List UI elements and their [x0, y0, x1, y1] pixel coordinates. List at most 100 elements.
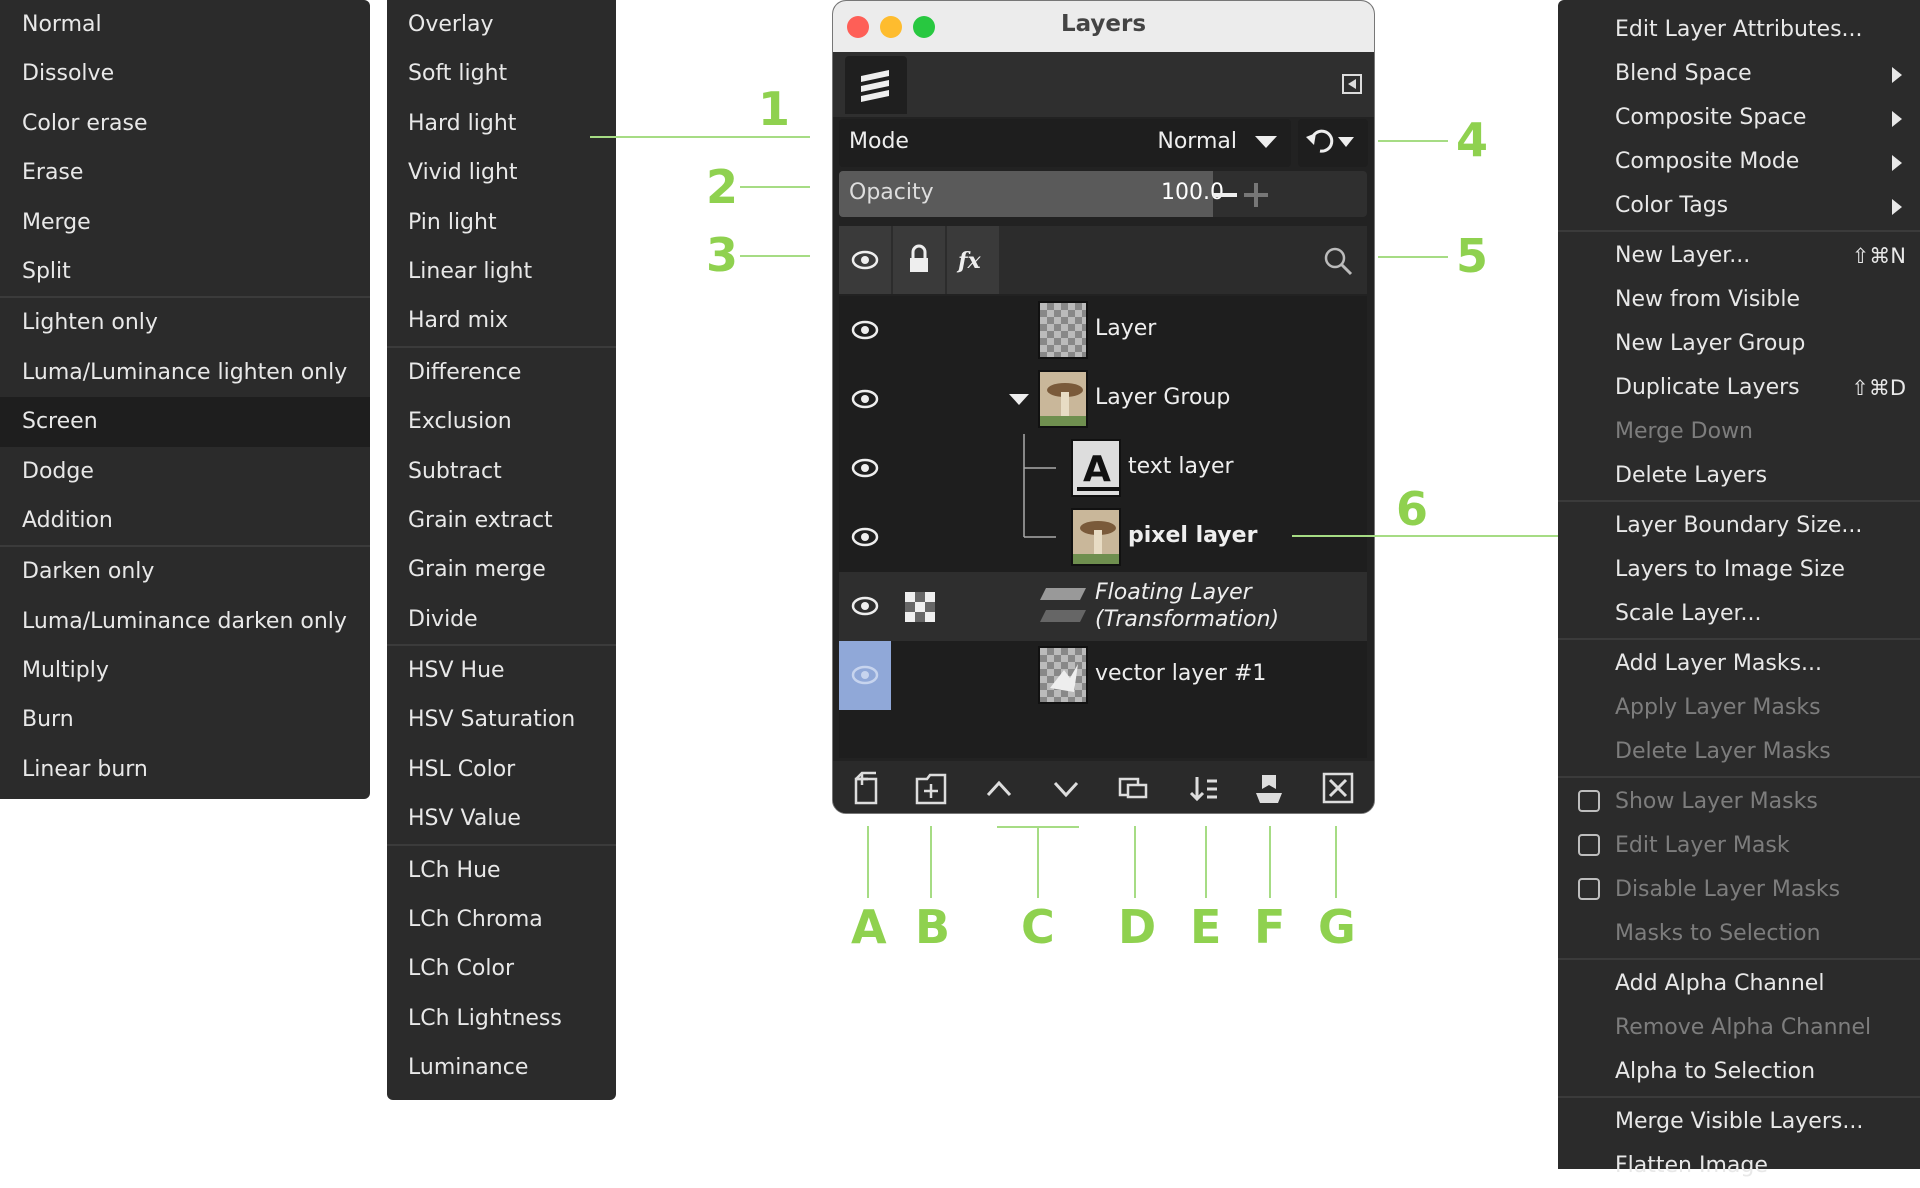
blend-mode-item[interactable]: Divide [387, 595, 616, 644]
blend-mode-item[interactable]: Pin light [387, 198, 616, 247]
context-menu-item[interactable]: Merge Visible Layers... [1558, 1100, 1920, 1144]
blend-mode-item[interactable]: Lighten only [0, 298, 370, 347]
context-menu-item[interactable]: Show Layer Masks [1558, 780, 1920, 824]
eye-icon[interactable] [839, 503, 891, 572]
context-menu-item[interactable]: Apply Layer Masks [1558, 686, 1920, 730]
checkbox-icon[interactable] [1578, 834, 1600, 856]
blend-mode-item[interactable]: Hard mix [387, 296, 616, 345]
blend-mode-item[interactable]: Vivid light [387, 148, 616, 197]
blend-mode-item[interactable]: LCh Hue [387, 846, 616, 895]
new-layer-icon[interactable] [850, 771, 884, 805]
blend-mode-item[interactable]: Grain merge [387, 545, 616, 594]
eye-icon[interactable] [839, 296, 891, 365]
effects-column-toggle[interactable]: fx [947, 226, 999, 294]
layer-row[interactable]: A text layer [839, 434, 1367, 503]
blend-mode-item[interactable]: Color erase [0, 99, 370, 148]
expand-triangle-icon[interactable] [1009, 394, 1029, 406]
blend-mode-item[interactable]: Hard light [387, 99, 616, 148]
eye-icon[interactable] [839, 365, 891, 434]
context-menu-item[interactable]: Composite Space [1558, 96, 1920, 140]
blend-mode-item[interactable]: Split [0, 247, 370, 296]
context-menu-item[interactable]: Flatten Image [1558, 1144, 1920, 1188]
blend-mode-item[interactable]: Subtract [387, 447, 616, 496]
add-mask-icon[interactable] [1252, 771, 1286, 805]
blend-mode-item[interactable]: LCh Chroma [387, 895, 616, 944]
blend-mode-item[interactable]: Linear burn [0, 745, 370, 794]
raise-layer-icon[interactable] [982, 771, 1016, 805]
reset-mode-button[interactable] [1298, 119, 1368, 167]
blend-mode-item[interactable]: Dodge [0, 447, 370, 496]
blend-mode-item[interactable]: LCh Color [387, 944, 616, 993]
visibility-column-toggle[interactable] [839, 226, 891, 294]
callout-line-e [1205, 826, 1207, 898]
active-visibility-cell[interactable] [839, 641, 891, 710]
context-menu-item[interactable]: Add Layer Masks... [1558, 642, 1920, 686]
context-menu-item[interactable]: Merge Down [1558, 410, 1920, 454]
blend-mode-item[interactable]: Screen [0, 397, 370, 447]
context-menu-item[interactable]: Alpha to Selection [1558, 1050, 1920, 1094]
search-icon[interactable] [1323, 246, 1353, 276]
blend-mode-item[interactable]: Addition [0, 496, 370, 545]
context-menu-item[interactable]: Color Tags [1558, 184, 1920, 228]
context-menu-item[interactable]: Disable Layer Masks [1558, 868, 1920, 912]
context-menu-item[interactable]: Delete Layers [1558, 454, 1920, 498]
blend-mode-item[interactable]: Darken only [0, 547, 370, 596]
duplicate-layer-icon[interactable] [1116, 771, 1150, 805]
context-menu-item[interactable]: New Layer... ⇧⌘N [1558, 234, 1920, 278]
blend-mode-item[interactable]: Luminance [387, 1043, 616, 1092]
eye-icon[interactable] [839, 572, 891, 641]
checkbox-icon[interactable] [1578, 790, 1600, 812]
blend-mode-item[interactable]: LCh Lightness [387, 994, 616, 1043]
layer-row[interactable]: Layer Group [839, 365, 1367, 434]
blend-mode-item[interactable]: Difference [387, 348, 616, 397]
merge-down-icon[interactable] [1187, 771, 1221, 805]
new-group-icon[interactable] [914, 771, 948, 805]
context-menu-item[interactable]: Add Alpha Channel [1558, 962, 1920, 1006]
blend-mode-item[interactable]: Exclusion [387, 397, 616, 446]
blend-mode-item[interactable]: Burn [0, 695, 370, 744]
context-menu-item[interactable]: Scale Layer... [1558, 592, 1920, 636]
eye-icon[interactable] [839, 434, 891, 503]
blend-mode-item[interactable]: Luma/Luminance lighten only [0, 348, 370, 397]
context-menu-item[interactable]: Composite Mode [1558, 140, 1920, 184]
tab-menu-icon[interactable] [1342, 74, 1362, 94]
blend-mode-item[interactable]: Merge [0, 198, 370, 247]
layers-tab[interactable] [845, 56, 907, 114]
layer-row[interactable]: Layer [839, 296, 1367, 365]
mode-selector[interactable]: Mode Normal [839, 119, 1291, 167]
blend-mode-item[interactable]: Normal [0, 0, 370, 49]
context-menu-item[interactable]: Edit Layer Mask [1558, 824, 1920, 868]
layer-row[interactable]: vector layer #1 [839, 641, 1367, 710]
blend-mode-item[interactable]: Multiply [0, 646, 370, 695]
context-menu-item[interactable]: Edit Layer Attributes... [1558, 8, 1920, 52]
blend-mode-item[interactable]: Linear light [387, 247, 616, 296]
minus-icon[interactable] [1213, 183, 1237, 207]
blend-mode-item[interactable]: Dissolve [0, 49, 370, 98]
context-menu-item[interactable]: Layers to Image Size [1558, 548, 1920, 592]
context-menu-item[interactable]: Masks to Selection [1558, 912, 1920, 956]
layer-row[interactable]: pixel layer [839, 503, 1367, 572]
context-menu-item[interactable]: Delete Layer Masks [1558, 730, 1920, 774]
context-menu-item[interactable]: Blend Space [1558, 52, 1920, 96]
layer-row[interactable]: Floating Layer (Transformation) [839, 572, 1367, 641]
lower-layer-icon[interactable] [1049, 771, 1083, 805]
context-menu-item[interactable]: New from Visible [1558, 278, 1920, 322]
blend-mode-item[interactable]: Overlay [387, 0, 616, 49]
blend-mode-item[interactable]: HSV Hue [387, 646, 616, 695]
blend-mode-item[interactable]: Luma/Luminance darken only [0, 597, 370, 646]
context-menu-item[interactable]: Remove Alpha Channel [1558, 1006, 1920, 1050]
blend-mode-item[interactable]: Grain extract [387, 496, 616, 545]
blend-mode-item[interactable]: HSV Saturation [387, 695, 616, 744]
delete-layer-icon[interactable] [1321, 771, 1355, 805]
context-menu-item[interactable]: New Layer Group [1558, 322, 1920, 366]
blend-mode-item[interactable]: HSL Color [387, 745, 616, 794]
plus-icon[interactable] [1244, 183, 1268, 207]
blend-mode-item[interactable]: Soft light [387, 49, 616, 98]
context-menu-item[interactable]: Duplicate Layers ⇧⌘D [1558, 366, 1920, 410]
blend-mode-item[interactable]: Erase [0, 148, 370, 197]
checkbox-icon[interactable] [1578, 878, 1600, 900]
blend-mode-item[interactable]: HSV Value [387, 794, 616, 843]
lock-column-toggle[interactable] [893, 226, 945, 294]
context-menu-item[interactable]: Layer Boundary Size... [1558, 504, 1920, 548]
opacity-slider[interactable]: Opacity 100.0 [839, 171, 1367, 217]
